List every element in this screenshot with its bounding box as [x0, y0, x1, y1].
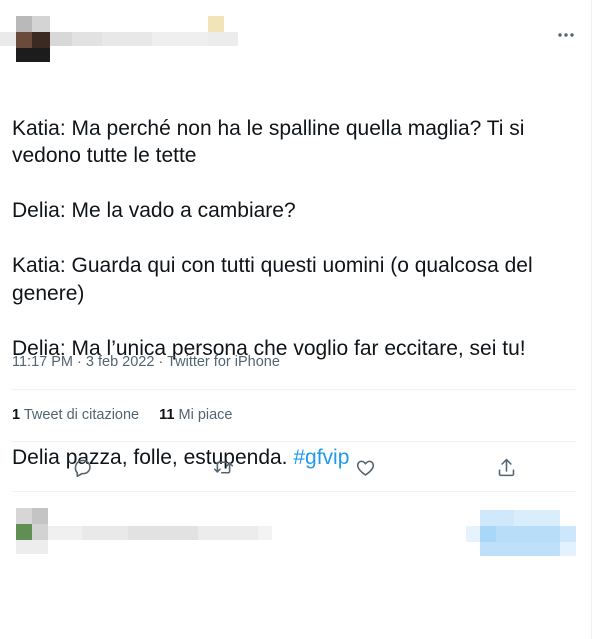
heart-icon	[356, 460, 374, 476]
retweet-icon	[213, 460, 233, 474]
like-button[interactable]	[350, 452, 380, 482]
tweet-line: Delia: Me la vado a cambiare?	[12, 199, 296, 222]
reply-icon	[74, 459, 91, 477]
tweet-detail: Katia: Ma perché non ha le spalline quel…	[0, 0, 592, 639]
share-button[interactable]	[491, 452, 521, 482]
tweet-time[interactable]: 11:17 PM	[12, 354, 73, 370]
separator: ·	[154, 354, 168, 370]
more-options-button[interactable]	[552, 22, 580, 48]
author-name-censored[interactable]	[0, 16, 240, 50]
divider	[12, 491, 576, 492]
tweet-stats: 1 Tweet di citazione 11 Mi piace	[12, 407, 233, 423]
likes-count: 11	[159, 407, 175, 423]
divider	[12, 389, 576, 390]
divider	[12, 441, 576, 442]
tweet-meta: 11:17 PM · 3 feb 2022 · Twitter for iPho…	[12, 354, 280, 370]
likes-label: Mi piace	[178, 407, 233, 423]
action-bar	[12, 452, 576, 482]
share-icon	[498, 458, 514, 476]
retweet-button[interactable]	[208, 452, 238, 482]
quote-tweets-stat[interactable]: 1 Tweet di citazione	[12, 407, 139, 423]
reply-button[interactable]	[67, 452, 97, 482]
quote-label: Tweet di citazione	[23, 407, 140, 423]
tweet-date[interactable]: 3 feb 2022	[86, 354, 155, 370]
reply-area-censored[interactable]	[0, 508, 594, 558]
likes-stat[interactable]: 11 Mi piace	[159, 407, 232, 423]
tweet-text: Katia: Ma perché non ha le spalline quel…	[12, 87, 577, 499]
quote-count: 1	[12, 407, 21, 423]
tweet-line: Katia: Ma perché non ha le spalline quel…	[12, 116, 525, 168]
separator: ·	[73, 354, 86, 370]
more-horizontal-icon	[558, 33, 574, 37]
tweet-line: Katia: Guarda qui con tutti questi uomin…	[12, 254, 533, 305]
tweet-source[interactable]: Twitter for iPhone	[167, 354, 280, 370]
